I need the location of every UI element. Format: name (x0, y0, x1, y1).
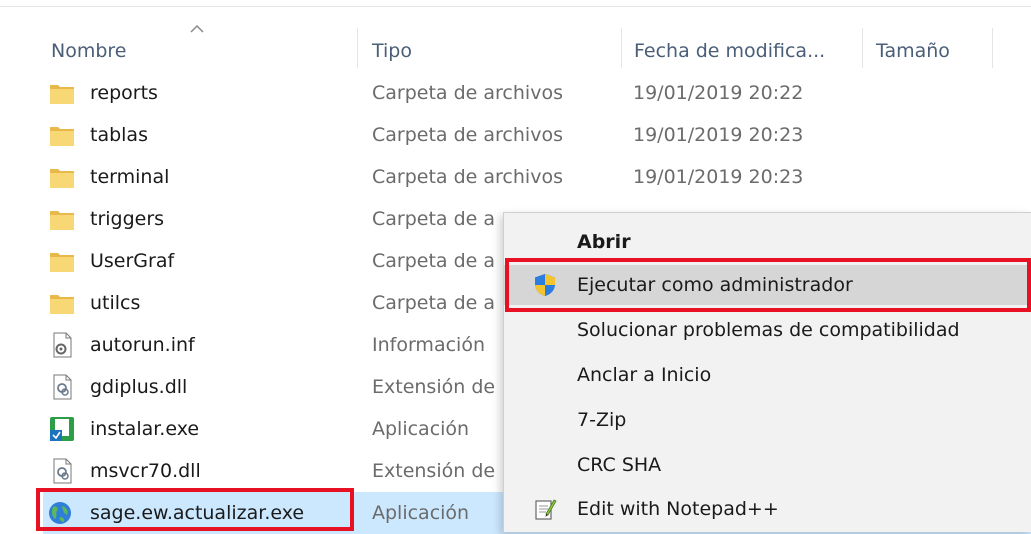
installer-icon (50, 417, 74, 441)
file-type: Carpeta de archivos (372, 82, 563, 104)
menu-item-crc-sha[interactable]: CRC SHA (504, 445, 1031, 485)
file-type: Aplicación (372, 502, 470, 524)
file-date-modified: 19/01/2019 20:22 (633, 82, 804, 104)
menu-item-pin-to-start[interactable]: Anclar a Inicio (504, 355, 1031, 395)
file-name: instalar.exe (90, 418, 200, 440)
menu-item-open[interactable]: Abrir (504, 222, 1031, 262)
column-header-date[interactable]: Fecha de modifica... (634, 36, 825, 66)
column-divider[interactable] (357, 28, 358, 68)
column-header-type[interactable]: Tipo (372, 36, 412, 66)
file-row[interactable]: tablas Carpeta de archivos 19/01/2019 20:2… (43, 114, 1031, 156)
highlight-box-menu-item (505, 258, 1031, 312)
folder-icon (50, 295, 74, 314)
menu-item-label: CRC SHA (577, 454, 662, 476)
file-name: autorun.inf (90, 334, 195, 356)
menu-item-label: Solucionar problemas de compatibilidad (577, 319, 960, 341)
file-type: Carpeta de a (372, 292, 496, 314)
file-type: Carpeta de archivos (372, 166, 563, 188)
column-divider[interactable] (862, 28, 863, 68)
column-header-name[interactable]: Nombre (51, 36, 127, 66)
file-type: Carpeta de a (372, 250, 496, 272)
column-header-size[interactable]: Tamaño (876, 36, 950, 66)
column-divider[interactable] (621, 28, 622, 68)
file-date-modified: 19/01/2019 20:23 (633, 124, 804, 146)
file-name: utilcs (90, 292, 141, 314)
folder-icon (50, 127, 74, 146)
menu-item-label: 7-Zip (577, 409, 627, 431)
menu-item-label: Abrir (577, 231, 631, 253)
menu-item-edit-notepad[interactable]: Edit with Notepad++ (504, 489, 1031, 529)
file-type: Extensión de (372, 460, 496, 482)
notepad-plus-plus-icon (535, 499, 557, 520)
file-name: gdiplus.dll (90, 376, 188, 398)
menu-item-label: Edit with Notepad++ (577, 498, 779, 520)
file-name: UserGraf (90, 250, 175, 272)
file-name: terminal (90, 166, 170, 188)
file-name: reports (90, 82, 158, 104)
folder-icon (50, 253, 74, 272)
folder-icon (50, 169, 74, 188)
sort-ascending-icon (190, 24, 204, 33)
file-name: tablas (90, 124, 148, 146)
folder-icon (50, 211, 74, 230)
menu-item-label: Anclar a Inicio (577, 364, 712, 386)
file-type: Extensión de (372, 376, 496, 398)
highlight-box-file (36, 488, 354, 531)
file-type: Carpeta de a (372, 208, 496, 230)
file-type: Carpeta de archivos (372, 124, 563, 146)
file-row[interactable]: reports Carpeta de archivos 19/01/2019 20:… (43, 72, 1031, 114)
top-divider (0, 6, 1031, 7)
file-type: Aplicación (372, 418, 470, 440)
file-name: msvcr70.dll (90, 460, 201, 482)
dll-file-icon (53, 374, 72, 400)
file-date-modified: 19/01/2019 20:23 (633, 166, 804, 188)
menu-item-7zip[interactable]: 7-Zip (504, 400, 1031, 440)
column-divider[interactable] (992, 28, 993, 68)
folder-icon (50, 85, 74, 104)
dll-file-icon (53, 458, 72, 484)
file-type: Información (372, 334, 485, 356)
file-name: triggers (90, 208, 165, 230)
menu-item-troubleshoot-compatibility[interactable]: Solucionar problemas de compatibilidad (504, 310, 1031, 350)
file-row[interactable]: terminal Carpeta de archivos 19/01/2019 20… (43, 156, 1031, 198)
settings-file-icon (53, 332, 72, 358)
